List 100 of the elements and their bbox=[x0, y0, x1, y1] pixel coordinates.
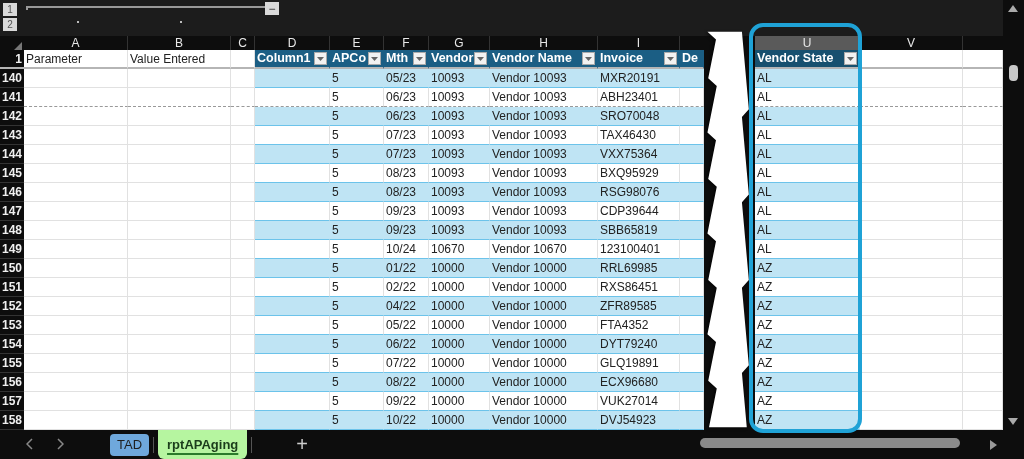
table-cell: 5 bbox=[330, 164, 384, 183]
table-cell bbox=[231, 373, 255, 392]
table-cell bbox=[231, 335, 255, 354]
table-cell: RSG98076 bbox=[598, 183, 680, 202]
new-sheet-button[interactable]: + bbox=[296, 433, 308, 456]
table-cell bbox=[963, 183, 1003, 202]
scroll-up-icon[interactable] bbox=[1008, 5, 1018, 12]
table-cell: Vendor 10670 bbox=[490, 240, 598, 259]
table-cell: AL bbox=[755, 202, 860, 221]
table-cell: 10670 bbox=[429, 240, 490, 259]
table-cell: DYT79240 bbox=[598, 335, 680, 354]
table-cell bbox=[680, 411, 704, 430]
table-cell bbox=[231, 88, 255, 107]
table-cell bbox=[680, 278, 704, 297]
table-cell: AZ bbox=[755, 392, 860, 411]
table-cell: 06/23 bbox=[384, 107, 429, 126]
table-cell: AZ bbox=[755, 297, 860, 316]
table-cell: 5 bbox=[330, 354, 384, 373]
table-cell: 10000 bbox=[429, 297, 490, 316]
column-heading-label: De bbox=[682, 50, 698, 67]
collapse-button[interactable]: − bbox=[265, 2, 279, 15]
table-cell: Vendor 10093 bbox=[490, 202, 598, 221]
table-cell: Vendor 10000 bbox=[490, 316, 598, 335]
table-cell: Vendor 10093 bbox=[490, 88, 598, 107]
table-cell bbox=[680, 335, 704, 354]
table-cell bbox=[231, 297, 255, 316]
table-cell bbox=[963, 316, 1003, 335]
table-cell: 5 bbox=[330, 69, 384, 88]
table-cell: 10000 bbox=[429, 354, 490, 373]
table-cell: Vendor 10000 bbox=[490, 373, 598, 392]
table-cell bbox=[231, 126, 255, 145]
table-cell bbox=[231, 183, 255, 202]
column-heading-label: Mth bbox=[386, 50, 409, 67]
table-cell bbox=[963, 202, 1003, 221]
table-cell: 5 bbox=[330, 126, 384, 145]
scroll-down-icon[interactable] bbox=[1008, 418, 1018, 425]
filter-button[interactable] bbox=[314, 52, 327, 65]
table-cell: MXR20191 bbox=[598, 69, 680, 88]
outline-level-button[interactable]: 1 bbox=[3, 3, 17, 16]
table-cell bbox=[963, 126, 1003, 145]
table-cell bbox=[963, 221, 1003, 240]
table-cell bbox=[231, 354, 255, 373]
table-cell bbox=[680, 373, 704, 392]
table-cell: 5 bbox=[330, 240, 384, 259]
table-cell: 5 bbox=[330, 202, 384, 221]
table-cell: RRL69985 bbox=[598, 259, 680, 278]
table-cell bbox=[231, 69, 255, 88]
table-cell: 02/22 bbox=[384, 278, 429, 297]
filter-button[interactable] bbox=[368, 52, 381, 65]
table-cell: 5 bbox=[330, 183, 384, 202]
table-cell: 5 bbox=[330, 335, 384, 354]
table-cell bbox=[963, 145, 1003, 164]
table-cell: 09/23 bbox=[384, 202, 429, 221]
table-cell bbox=[231, 221, 255, 240]
filter-button[interactable] bbox=[474, 52, 487, 65]
column-heading-label: Vendor Name bbox=[492, 50, 572, 67]
table-cell: 06/22 bbox=[384, 335, 429, 354]
table-cell: AL bbox=[755, 107, 860, 126]
outline-level-button[interactable]: 2 bbox=[3, 18, 17, 31]
filter-button[interactable] bbox=[582, 52, 595, 65]
table-cell bbox=[680, 145, 704, 164]
table-cell: 08/23 bbox=[384, 183, 429, 202]
table-cell: AL bbox=[755, 240, 860, 259]
table-cell: 07/23 bbox=[384, 126, 429, 145]
sheet-tab[interactable]: rptAPAging bbox=[158, 430, 248, 459]
table-cell: FTA4352 bbox=[598, 316, 680, 335]
column-heading-label: Vendor State bbox=[757, 50, 834, 67]
table-cell: Vendor 10093 bbox=[490, 107, 598, 126]
table-cell bbox=[680, 259, 704, 278]
table-cell: AL bbox=[755, 164, 860, 183]
table-cell: SRO70048 bbox=[598, 107, 680, 126]
table-cell: Parameter bbox=[24, 50, 128, 69]
table-cell: 05/22 bbox=[384, 316, 429, 335]
table-cell bbox=[963, 50, 1003, 69]
table-cell bbox=[231, 392, 255, 411]
table-cell: Vendor 10000 bbox=[490, 297, 598, 316]
table-cell: 123100401 bbox=[598, 240, 680, 259]
sheet-tab[interactable]: TAD bbox=[110, 433, 150, 456]
scroll-right-icon[interactable] bbox=[990, 440, 997, 450]
table-cell bbox=[680, 164, 704, 183]
table-cell: 5 bbox=[330, 259, 384, 278]
table-cell: AL bbox=[755, 221, 860, 240]
filter-button[interactable] bbox=[413, 52, 426, 65]
table-cell bbox=[680, 202, 704, 221]
table-cell: Vendor 10000 bbox=[490, 411, 598, 430]
table-cell: 07/23 bbox=[384, 145, 429, 164]
scroll-thumb[interactable] bbox=[1009, 65, 1018, 81]
table-cell: CDP39644 bbox=[598, 202, 680, 221]
table-cell bbox=[963, 240, 1003, 259]
filter-button[interactable] bbox=[844, 52, 857, 65]
table-cell bbox=[963, 164, 1003, 183]
table-cell bbox=[680, 354, 704, 373]
filter-button[interactable] bbox=[664, 52, 677, 65]
column-heading-label: Invoice bbox=[600, 50, 644, 67]
table-cell bbox=[963, 107, 1003, 126]
table-cell: 5 bbox=[330, 145, 384, 164]
table-cell: 08/22 bbox=[384, 373, 429, 392]
table-cell bbox=[963, 335, 1003, 354]
table-cell: 10093 bbox=[429, 164, 490, 183]
table-cell: 06/23 bbox=[384, 88, 429, 107]
